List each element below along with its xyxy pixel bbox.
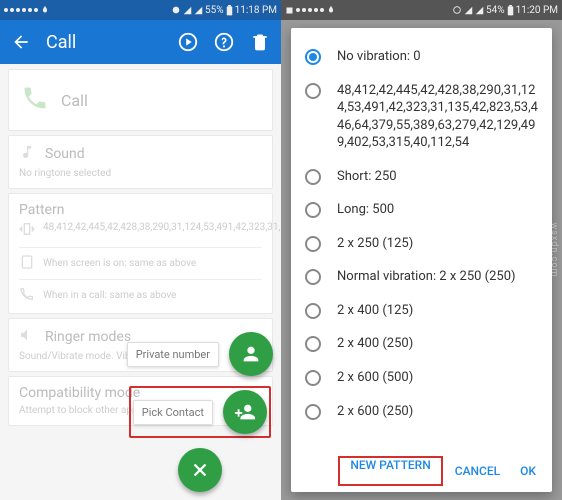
status-bar: 54% 11:20 PM bbox=[281, 0, 562, 20]
battery-icon bbox=[507, 5, 514, 16]
pattern-card[interactable]: Pattern 48,412,42,445,42,428,38,290,31,1… bbox=[8, 193, 273, 314]
status-bar: 55% 11:18 PM bbox=[0, 0, 281, 20]
battery-text: 54% bbox=[486, 5, 505, 16]
ok-button[interactable]: OK bbox=[512, 456, 544, 486]
note-icon bbox=[19, 144, 35, 164]
dialog-buttons: NEW PATTERN CANCEL OK bbox=[291, 450, 552, 492]
alarm-icon bbox=[171, 5, 181, 15]
play-button[interactable] bbox=[177, 31, 199, 53]
sound-title: Sound bbox=[45, 146, 85, 162]
option-2x400-125[interactable]: 2 x 400 (125) bbox=[305, 294, 538, 328]
left-screenshot: 55% 11:18 PM Call Call bbox=[0, 0, 281, 500]
radio-icon bbox=[305, 404, 321, 420]
radio-icon bbox=[305, 303, 321, 319]
screen-icon bbox=[19, 254, 35, 273]
option-2x600-500[interactable]: 2 x 600 (500) bbox=[305, 361, 538, 395]
radio-icon bbox=[305, 83, 321, 99]
radio-icon bbox=[305, 269, 321, 285]
radio-icon bbox=[305, 370, 321, 386]
fab-close[interactable] bbox=[178, 448, 222, 492]
option-no-vibration[interactable]: No vibration: 0 bbox=[305, 40, 538, 74]
signal-icon bbox=[475, 6, 484, 15]
phone-icon bbox=[21, 84, 49, 116]
pick-contact-chip[interactable]: Pick Contact bbox=[133, 400, 213, 425]
notif-icon bbox=[285, 6, 294, 15]
signal-icon bbox=[183, 6, 192, 15]
signal-icon bbox=[194, 6, 203, 15]
sound-card[interactable]: Sound No ringtone selected bbox=[8, 135, 273, 189]
call-title: Call bbox=[61, 91, 88, 110]
fab-add-contact[interactable] bbox=[223, 390, 267, 434]
radio-icon bbox=[305, 336, 321, 352]
option-long[interactable]: Long: 500 bbox=[305, 193, 538, 227]
pick-contact-highlight: Pick Contact bbox=[129, 386, 271, 438]
options-list[interactable]: No vibration: 0 48,412,42,445,42,428,38,… bbox=[291, 28, 552, 450]
radio-icon bbox=[305, 202, 321, 218]
appbar-title: Call bbox=[46, 32, 163, 53]
radio-icon bbox=[305, 169, 321, 185]
watermark: wsxdn.com bbox=[549, 223, 559, 278]
battery-text: 55% bbox=[205, 5, 224, 16]
option-custom[interactable]: 48,412,42,445,42,428,38,290,31,124,53,49… bbox=[305, 74, 538, 160]
incall-icon bbox=[19, 286, 35, 305]
signal-icon bbox=[464, 6, 473, 15]
help-button[interactable] bbox=[213, 31, 235, 53]
notification-icon bbox=[40, 5, 50, 15]
notification-icon bbox=[326, 5, 336, 15]
delete-button[interactable] bbox=[249, 31, 271, 53]
app-bar: Call bbox=[0, 20, 281, 64]
when-screen: When screen is on: same as above bbox=[43, 258, 196, 269]
option-2x400-250[interactable]: 2 x 400 (250) bbox=[305, 327, 538, 361]
private-chip[interactable]: Private number bbox=[127, 342, 219, 367]
speaker-icon bbox=[19, 327, 35, 347]
fab-contact[interactable] bbox=[229, 332, 273, 376]
new-pattern-button[interactable]: NEW PATTERN bbox=[342, 450, 438, 480]
pattern-sub: 48,412,42,445,42,428,38,290,31,124,53,49… bbox=[43, 221, 281, 234]
new-pattern-highlight: NEW PATTERN bbox=[338, 456, 442, 486]
pattern-dialog: No vibration: 0 48,412,42,445,42,428,38,… bbox=[291, 28, 552, 492]
right-screenshot: 54% 11:20 PM No vibration: 0 48,412,42,4… bbox=[281, 0, 562, 500]
when-call: When in a call: same as above bbox=[43, 290, 176, 301]
option-2x600-250[interactable]: 2 x 600 (250) bbox=[305, 395, 538, 429]
ringer-title: Ringer modes bbox=[45, 329, 131, 345]
back-button[interactable] bbox=[10, 31, 32, 53]
battery-icon bbox=[226, 5, 233, 16]
settings-list[interactable]: Call Sound No ringtone selected Pattern … bbox=[0, 64, 281, 500]
radio-icon bbox=[305, 49, 321, 65]
sound-sub: No ringtone selected bbox=[19, 167, 262, 180]
option-2x250-125[interactable]: 2 x 250 (125) bbox=[305, 227, 538, 261]
pattern-title: Pattern bbox=[19, 202, 64, 218]
call-card[interactable]: Call bbox=[8, 69, 273, 131]
cancel-button[interactable]: CANCEL bbox=[447, 456, 508, 486]
clock-text: 11:18 PM bbox=[235, 5, 277, 16]
option-normal[interactable]: Normal vibration: 2 x 250 (250) bbox=[305, 260, 538, 294]
vibrate-icon bbox=[19, 221, 35, 241]
compat-title: Compatibility mode bbox=[19, 385, 140, 401]
radio-icon bbox=[305, 236, 321, 252]
option-short[interactable]: Short: 250 bbox=[305, 160, 538, 194]
alarm-icon bbox=[452, 5, 462, 15]
clock-text: 11:20 PM bbox=[516, 5, 558, 16]
